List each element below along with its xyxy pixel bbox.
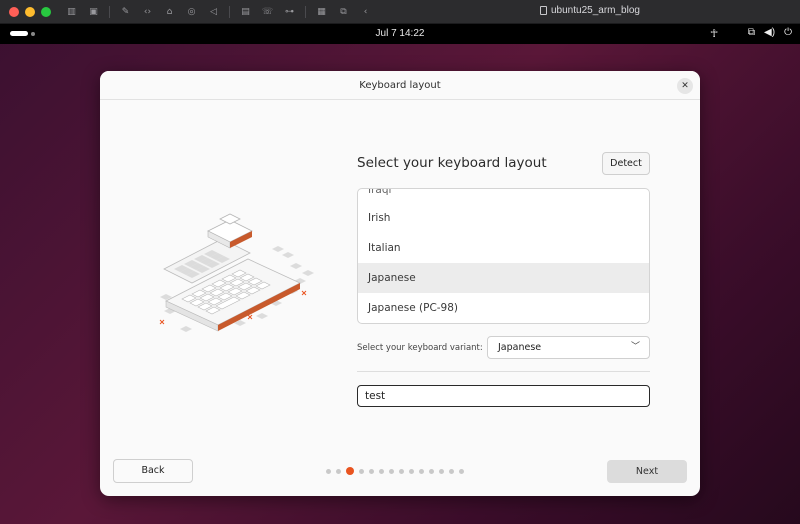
share-icon[interactable]: ⧉	[337, 6, 350, 18]
step-dot	[359, 468, 364, 474]
list-item-japanese-pc98[interactable]: Japanese (PC-98)	[358, 293, 649, 323]
gnome-top-bar: Jul 7 14:22 ☥ ⧉ ◀) ⏻	[0, 24, 800, 44]
wrench-icon[interactable]: ✎	[119, 6, 132, 18]
power-icon: ⏻	[784, 27, 792, 38]
keyboard-variant-dropdown[interactable]: Japanese ﹀	[487, 336, 650, 359]
back-button[interactable]: Back	[113, 459, 193, 483]
vm-window-toolbar: ▥ ▣ ✎ ‹› ⌂ ◎ ◁ ▤ ☏ ⊶ ▦ ⧉ ‹ ubuntu25_arm_…	[0, 0, 800, 24]
list-item-irish[interactable]: Irish	[358, 203, 649, 233]
chevron-down-icon: ﹀	[630, 342, 640, 352]
archive-icon[interactable]: ▦	[315, 6, 328, 18]
sidebar-icon[interactable]: ▥	[65, 6, 78, 18]
dialog-title: Keyboard layout	[359, 80, 441, 91]
phone-icon[interactable]: ☏	[261, 6, 274, 18]
list-item-japanese[interactable]: Japanese	[358, 263, 649, 293]
list-item-iraqi[interactable]: Iraqi	[358, 189, 649, 203]
speaker-icon[interactable]: ◁	[207, 6, 220, 18]
vm-window-title: ubuntu25_arm_blog	[540, 5, 640, 16]
camera-icon[interactable]: ◎	[185, 6, 198, 18]
section-divider	[357, 371, 650, 372]
snapshot-icon[interactable]: ▣	[87, 6, 100, 18]
step-dot	[419, 468, 424, 474]
step-indicator	[326, 467, 464, 475]
network-icon: ⧉	[747, 27, 756, 38]
drive-icon[interactable]: ⌂	[163, 6, 176, 18]
volume-icon: ◀)	[764, 27, 776, 38]
accessibility-icon[interactable]: ☥	[710, 27, 718, 40]
dialog-header: Keyboard layout ✕	[100, 71, 700, 100]
keyboard-layout-dialog: Keyboard layout ✕ Select your keyboard l…	[100, 71, 700, 496]
close-window-button[interactable]	[9, 6, 19, 17]
list-item-italian[interactable]: Italian	[358, 233, 649, 263]
minimize-window-button[interactable]	[25, 6, 35, 17]
step-dot	[439, 468, 444, 474]
keyboard-illustration-icon	[159, 213, 314, 332]
step-dot	[379, 468, 384, 474]
step-dot	[399, 468, 404, 474]
step-dot	[326, 468, 331, 474]
toolbar-divider	[229, 5, 230, 18]
storage-icon[interactable]: ▤	[239, 6, 252, 18]
document-icon	[540, 6, 547, 15]
usb-icon[interactable]: ⊶	[283, 6, 296, 18]
step-dot	[409, 468, 414, 474]
system-tray[interactable]: ⧉ ◀) ⏻	[748, 27, 792, 38]
step-dot	[429, 468, 434, 474]
window-controls	[9, 6, 51, 17]
code-icon[interactable]: ‹›	[141, 6, 154, 18]
vm-title-text: ubuntu25_arm_blog	[551, 5, 640, 16]
back-icon[interactable]: ‹	[359, 6, 372, 18]
toolbar-divider	[305, 5, 306, 18]
keyboard-layout-list[interactable]: Iraqi Irish Italian Japanese Japanese (P…	[357, 188, 650, 324]
detect-layout-button[interactable]: Detect	[602, 152, 650, 175]
zoom-window-button[interactable]	[41, 6, 51, 17]
keyboard-test-input[interactable]: test	[357, 385, 650, 407]
close-icon: ✕	[681, 81, 689, 91]
step-dot	[369, 468, 374, 474]
clock[interactable]: Jul 7 14:22	[0, 28, 800, 39]
variant-selected-value: Japanese	[498, 342, 542, 353]
step-dot-current	[346, 467, 354, 475]
step-dot	[389, 468, 394, 474]
toolbar-divider	[109, 5, 110, 18]
step-dot	[459, 468, 464, 474]
step-dot	[336, 468, 341, 474]
variant-label: Select your keyboard variant:	[357, 343, 483, 353]
page-heading: Select your keyboard layout	[357, 155, 547, 171]
close-dialog-button[interactable]: ✕	[677, 78, 693, 94]
next-button[interactable]: Next	[607, 460, 687, 483]
step-dot	[449, 468, 454, 474]
